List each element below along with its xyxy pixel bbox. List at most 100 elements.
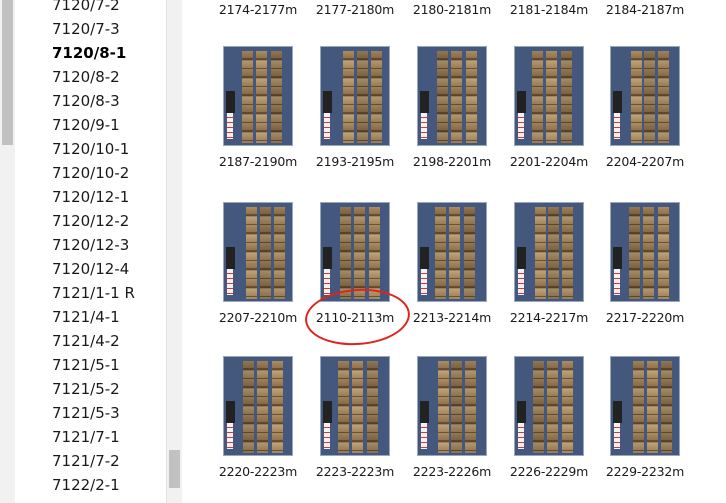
core-photo-caption[interactable]: 2213-2214m xyxy=(409,310,495,325)
core-photo-tile[interactable]: 2174-2177m xyxy=(215,0,301,17)
core-photo-thumbnail[interactable] xyxy=(320,46,390,146)
core-photo-tile[interactable]: 2187-2190m xyxy=(215,46,301,169)
core-photo-caption[interactable]: 2181-2184m xyxy=(506,2,592,17)
gallery-scrollbar-thumb[interactable] xyxy=(169,450,180,488)
core-photo-thumbnail[interactable] xyxy=(320,356,390,456)
core-photo-caption[interactable]: 2226-2229m xyxy=(506,464,592,479)
core-photo-tile[interactable]: 2207-2210m xyxy=(215,202,301,325)
well-list-item[interactable]: 7121/4-1 xyxy=(52,305,162,329)
core-photo-thumbnail[interactable] xyxy=(223,202,293,302)
well-list-item[interactable]: 7121/1-1 R xyxy=(52,281,162,305)
core-photo-caption[interactable]: 2217-2220m xyxy=(602,310,688,325)
core-photo-tile[interactable]: 2110-2113m xyxy=(312,202,398,325)
core-scale-bar xyxy=(227,269,233,295)
core-sample-column xyxy=(256,51,267,143)
core-photo-caption[interactable]: 2193-2195m xyxy=(312,154,398,169)
well-list-item[interactable]: 7120/12-1 xyxy=(52,185,162,209)
core-sample-column xyxy=(633,361,644,453)
core-photo-caption[interactable]: 2204-2207m xyxy=(602,154,688,169)
core-photo-tile[interactable]: 2177-2180m xyxy=(312,0,398,17)
well-list-item[interactable]: 7121/7-1 xyxy=(52,425,162,449)
well-list-item[interactable]: 7121/5-2 xyxy=(52,377,162,401)
core-photo-tile[interactable]: 2226-2229m xyxy=(506,356,592,479)
core-photo-caption[interactable]: 2180-2181m xyxy=(409,2,495,17)
core-photo-thumbnail[interactable] xyxy=(417,202,487,302)
core-photo-thumbnail[interactable] xyxy=(223,356,293,456)
core-photo-thumbnail[interactable] xyxy=(417,46,487,146)
core-label-tag xyxy=(517,401,526,423)
core-photo-tile[interactable]: 2214-2217m xyxy=(506,202,592,325)
core-sample-column xyxy=(658,51,669,143)
core-photo-thumbnail[interactable] xyxy=(417,356,487,456)
well-list-item[interactable]: 7120/12-3 xyxy=(52,233,162,257)
core-photo-tile[interactable]: 2213-2214m xyxy=(409,202,495,325)
core-label-tag xyxy=(517,91,526,113)
core-photo-tile[interactable]: 2217-2220m xyxy=(602,202,688,325)
core-photo-tile[interactable]: 2220-2223m xyxy=(215,356,301,479)
core-photo-tile[interactable]: 2201-2204m xyxy=(506,46,592,169)
core-photo-caption[interactable]: 2229-2232m xyxy=(602,464,688,479)
core-photo-thumbnail[interactable] xyxy=(320,202,390,302)
core-photo-thumbnail[interactable] xyxy=(514,356,584,456)
well-list-item[interactable]: 7121/5-1 xyxy=(52,353,162,377)
core-scale-bar xyxy=(614,113,620,139)
core-sample-column xyxy=(242,51,253,143)
core-photo-tile[interactable]: 2181-2184m xyxy=(506,0,592,17)
core-photo-caption[interactable]: 2174-2177m xyxy=(215,2,301,17)
core-photo-tile[interactable]: 2223-2223m xyxy=(312,356,398,479)
well-list-item[interactable]: 7120/7-3 xyxy=(52,17,162,41)
core-scale-bar xyxy=(421,269,427,295)
core-photo-tile[interactable]: 2193-2195m xyxy=(312,46,398,169)
well-list-scrollbar[interactable] xyxy=(0,0,15,503)
core-sample-column xyxy=(340,207,351,299)
core-photo-caption[interactable]: 2223-2226m xyxy=(409,464,495,479)
core-sample-column xyxy=(272,361,283,453)
core-photo-thumbnail[interactable] xyxy=(223,46,293,146)
core-photo-caption[interactable]: 2214-2217m xyxy=(506,310,592,325)
gallery-scrollbar[interactable] xyxy=(166,0,182,503)
core-photo-caption[interactable]: 2187-2190m xyxy=(215,154,301,169)
well-list-item[interactable]: 7122/2-1 xyxy=(52,473,162,497)
core-label-tag xyxy=(613,91,622,113)
well-list-item[interactable]: 7121/5-3 xyxy=(52,401,162,425)
well-list-item[interactable]: 7121/7-2 xyxy=(52,449,162,473)
core-photo-thumbnail[interactable] xyxy=(610,356,680,456)
well-list-item[interactable]: 7120/10-1 xyxy=(52,137,162,161)
core-photo-caption[interactable]: 2177-2180m xyxy=(312,2,398,17)
core-label-tag xyxy=(613,401,622,423)
core-photo-thumbnail[interactable] xyxy=(514,202,584,302)
well-list-item[interactable]: 7120/7-2 xyxy=(52,0,162,17)
well-list-item[interactable]: 7120/8-2 xyxy=(52,65,162,89)
core-photo-thumbnail[interactable] xyxy=(610,202,680,302)
core-photo-caption[interactable]: 2198-2201m xyxy=(409,154,495,169)
core-sample-column xyxy=(369,207,380,299)
core-photo-caption[interactable]: 2223-2223m xyxy=(312,464,398,479)
well-list-item[interactable]: 7120/12-2 xyxy=(52,209,162,233)
well-list-item[interactable]: 7121/4-2 xyxy=(52,329,162,353)
core-photo-tile[interactable]: 2180-2181m xyxy=(409,0,495,17)
core-photo-caption[interactable]: 2207-2210m xyxy=(215,310,301,325)
core-photo-thumbnail[interactable] xyxy=(514,46,584,146)
core-photo-caption[interactable]: 2110-2113m xyxy=(312,310,398,325)
well-list-item[interactable]: 7120/9-1 xyxy=(52,113,162,137)
core-photo-caption[interactable]: 2201-2204m xyxy=(506,154,592,169)
core-sample-column xyxy=(644,51,655,143)
core-photo-tile[interactable]: 2184-2187m xyxy=(602,0,688,17)
core-photo-thumbnail[interactable] xyxy=(610,46,680,146)
core-photo-tile[interactable]: 2223-2226m xyxy=(409,356,495,479)
well-list-item[interactable]: 7120/8-1 xyxy=(52,41,162,65)
well-list-item[interactable]: 7120/12-4 xyxy=(52,257,162,281)
core-sample-column xyxy=(546,51,557,143)
well-list-item[interactable]: 7120/8-3 xyxy=(52,89,162,113)
core-photo-tile[interactable]: 2204-2207m xyxy=(602,46,688,169)
core-sample-column xyxy=(533,361,544,453)
core-photo-tile[interactable]: 2198-2201m xyxy=(409,46,495,169)
core-sample-column xyxy=(547,361,558,453)
core-photo-caption[interactable]: 2184-2187m xyxy=(602,2,688,17)
core-sample-column xyxy=(464,207,475,299)
core-photo-tile[interactable]: 2229-2232m xyxy=(602,356,688,479)
core-photo-caption[interactable]: 2220-2223m xyxy=(215,464,301,479)
well-list-scrollbar-thumb[interactable] xyxy=(2,0,13,145)
core-sample-column xyxy=(260,207,271,299)
well-list-item[interactable]: 7120/10-2 xyxy=(52,161,162,185)
